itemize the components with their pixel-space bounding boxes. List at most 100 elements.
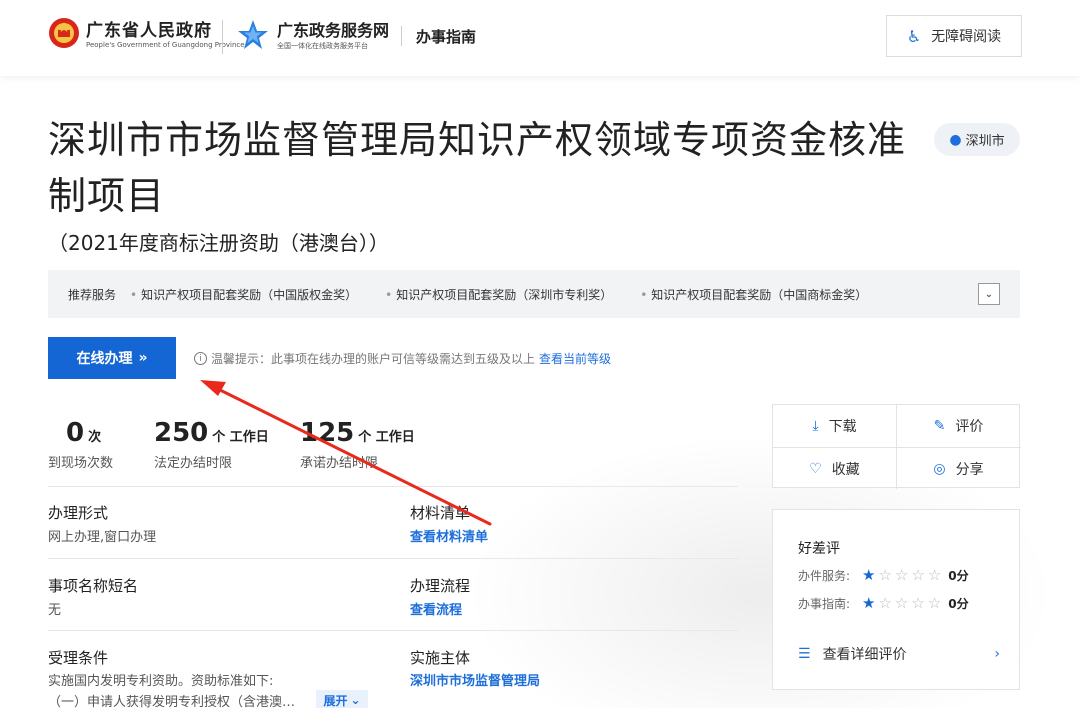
location-pin-icon: ● xyxy=(949,131,962,148)
rating-detail-link[interactable]: ☰ 查看详细评价 › xyxy=(798,644,1000,664)
accessibility-button[interactable]: ♿ 无障碍阅读 xyxy=(886,15,1022,57)
rating-detail-label: 查看详细评价 xyxy=(822,647,907,663)
divider xyxy=(48,558,738,559)
shortname-value: 无 xyxy=(48,603,62,618)
download-icon: ⤓ xyxy=(812,418,819,434)
recommend-label: 推荐服务 xyxy=(68,287,117,302)
location-badge[interactable]: ● 深圳市 xyxy=(934,123,1020,156)
star-icon: ☆ xyxy=(911,566,925,584)
service-title[interactable]: 广东政务服务网 xyxy=(277,17,389,41)
star-icon: ★ xyxy=(862,594,876,612)
service-subtitle: 全国一体化在线政务服务平台 xyxy=(277,42,368,50)
info-icon: i xyxy=(194,352,207,365)
page-subtitle: （2021年度商标注册资助（港澳台）） xyxy=(48,231,389,255)
check-level-link[interactable]: 查看当前等级 xyxy=(539,350,611,367)
tip-text: 温馨提示：此事项在线办理的账户可信等级需达到五级及以上 xyxy=(211,352,536,366)
star-icon: ☆ xyxy=(927,566,942,584)
wheelchair-icon: ♿ xyxy=(906,26,922,46)
recommend-item[interactable]: • 知识产权项目配套奖励（深圳市专利奖） xyxy=(385,286,612,303)
stat-unit: 个 工作日 xyxy=(358,430,415,445)
favorite-label: 收藏 xyxy=(831,462,860,478)
guide-rating-row: 办事指南: ★ ☆ ☆ ☆ ☆ 0分 xyxy=(798,594,969,612)
rating-score: 0分 xyxy=(948,596,969,611)
form-value: 网上办理,窗口办理 xyxy=(48,530,157,545)
divider xyxy=(48,486,738,487)
bullet-icon: • xyxy=(130,287,138,302)
process-title: 办理流程 xyxy=(410,577,471,595)
divider xyxy=(48,630,738,631)
recommend-item[interactable]: • 知识产权项目配套奖励（中国版权金奖） xyxy=(130,286,357,303)
materials-title: 材料清单 xyxy=(410,504,471,522)
header-divider xyxy=(401,26,402,46)
heart-icon: ♡ xyxy=(809,461,822,477)
materials-link[interactable]: 查看材料清单 xyxy=(410,526,488,545)
star-icon: ★ xyxy=(862,566,876,584)
rating-score: 0分 xyxy=(948,568,969,583)
star-icon: ☆ xyxy=(911,594,925,612)
chevron-right-icon: › xyxy=(994,646,1000,662)
service-rating-row: 办件服务: ★ ☆ ☆ ☆ ☆ 0分 xyxy=(798,566,969,584)
double-chevron-right-icon: » xyxy=(138,350,148,366)
expand-button[interactable]: 展开 ⌄ xyxy=(316,690,368,708)
star-icon: ☆ xyxy=(894,566,909,584)
stat-value: 0 xyxy=(66,418,85,448)
location-label: 深圳市 xyxy=(965,134,1005,149)
share-label: 分享 xyxy=(955,462,984,478)
rating-label: 办件服务: xyxy=(798,568,851,583)
download-button[interactable]: ⤓ 下载 xyxy=(773,405,896,447)
bullet-icon: • xyxy=(640,287,648,302)
header-divider xyxy=(222,20,223,54)
conditions-line: 实施国内发明专利资助。资助标准如下: xyxy=(48,674,274,689)
bullet-icon: • xyxy=(385,287,393,302)
online-handle-label: 在线办理 xyxy=(76,351,133,367)
accessibility-label: 无障碍阅读 xyxy=(931,29,1002,45)
star-icon: ☆ xyxy=(878,566,892,584)
star-icon: ☆ xyxy=(894,594,909,612)
stat-caption: 法定办结时限 xyxy=(154,456,233,471)
stat-caption: 承诺办结时限 xyxy=(300,456,379,471)
share-button[interactable]: ◎ 分享 xyxy=(897,448,1020,490)
stat-value: 250 xyxy=(154,418,209,448)
recommend-bar: 推荐服务 • 知识产权项目配套奖励（中国版权金奖） • 知识产权项目配套奖励（深圳市… xyxy=(48,270,1020,318)
recommend-item[interactable]: • 知识产权项目配套奖励（中国商标金奖） xyxy=(640,286,867,303)
action-panel: ⤓ 下载 ✎ 评价 ♡ 收藏 ◎ 分享 xyxy=(772,404,1021,490)
online-tip: i 温馨提示：此事项在线办理的账户可信等级需达到五级及以上 查看当前等级 xyxy=(194,350,611,367)
conditions-line: （一）申请人获得发明专利授权（含港澳… xyxy=(48,695,296,708)
conditions-title: 受理条件 xyxy=(48,649,109,667)
rating-label: 办事指南: xyxy=(798,596,851,611)
gov-title[interactable]: 广东省人民政府 xyxy=(86,16,212,41)
service-network-logo-icon xyxy=(238,20,268,49)
shortname-title: 事项名称短名 xyxy=(48,577,139,595)
guide-nav-label[interactable]: 办事指南 xyxy=(416,26,476,47)
stat-caption: 到现场次数 xyxy=(48,456,114,471)
evaluate-button[interactable]: ✎ 评价 xyxy=(897,405,1020,447)
top-header: 广东省人民政府 People's Government of Guangdong… xyxy=(0,0,1080,76)
process-link[interactable]: 查看流程 xyxy=(410,599,462,618)
stat-promised-limit: 125 个 工作日 承诺办结时限 xyxy=(300,418,415,471)
form-title: 办理形式 xyxy=(48,504,109,522)
stat-legal-limit: 250 个 工作日 法定办结时限 xyxy=(154,418,269,471)
page-title: 深圳市市场监督管理局知识产权领域专项资金核准制项目 xyxy=(48,118,907,218)
star-icon: ☆ xyxy=(878,594,892,612)
gov-subtitle: People's Government of Guangdong Provinc… xyxy=(86,41,245,49)
evaluate-label: 评价 xyxy=(955,419,984,435)
national-emblem-icon xyxy=(49,18,79,48)
expand-label: 展开 xyxy=(323,693,348,708)
entity-title: 实施主体 xyxy=(410,649,471,667)
chevron-down-icon[interactable]: ⌄ xyxy=(978,283,1000,305)
favorite-button[interactable]: ♡ 收藏 xyxy=(773,448,896,490)
pencil-icon: ✎ xyxy=(933,418,946,434)
entity-link[interactable]: 深圳市市场监督管理局 xyxy=(410,670,540,689)
stat-value: 125 xyxy=(300,418,355,448)
star-icon: ☆ xyxy=(927,594,942,612)
list-icon: ☰ xyxy=(798,646,811,662)
stat-unit: 次 xyxy=(88,430,102,445)
download-label: 下载 xyxy=(828,419,857,435)
chevron-down-icon: ⌄ xyxy=(350,693,361,707)
stat-unit: 个 工作日 xyxy=(212,430,269,445)
online-handle-button[interactable]: 在线办理 » xyxy=(48,337,176,379)
wechat-icon: ◎ xyxy=(933,461,946,477)
rating-title: 好差评 xyxy=(798,541,840,557)
rating-panel: 好差评 办件服务: ★ ☆ ☆ ☆ ☆ 0分 办事指南: ★ ☆ ☆ ☆ ☆ 0… xyxy=(772,509,1020,690)
stat-visits: 0次 到现场次数 xyxy=(48,418,113,471)
